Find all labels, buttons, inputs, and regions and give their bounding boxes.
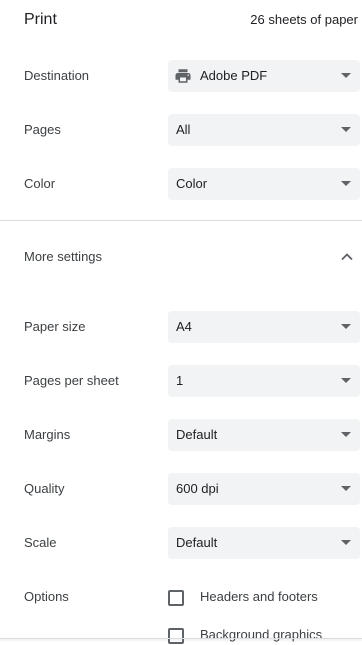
background-graphics-checkbox[interactable]	[168, 628, 184, 644]
quality-label: Quality	[24, 481, 65, 496]
destination-row: Destination Adobe PDF	[0, 60, 362, 92]
quality-row: Quality 600 dpi	[0, 473, 362, 505]
page-title: Print	[24, 11, 57, 28]
pages-value: All	[176, 122, 191, 137]
dropdown-arrow-icon	[341, 486, 351, 491]
pages-label: Pages	[24, 122, 61, 137]
paper-size-value: A4	[176, 319, 192, 334]
paper-size-select[interactable]: A4	[168, 311, 360, 343]
pages-per-sheet-select[interactable]: 1	[168, 365, 360, 397]
options-label: Options	[24, 589, 69, 604]
color-select[interactable]: Color	[168, 168, 360, 200]
pages-select[interactable]: All	[168, 114, 360, 146]
dropdown-arrow-icon	[341, 181, 351, 186]
headers-footers-option[interactable]: Headers and footers	[168, 587, 362, 609]
scale-row: Scale Default	[0, 527, 362, 559]
more-settings-label: More settings	[24, 249, 103, 264]
paper-size-row: Paper size A4	[0, 311, 362, 343]
quality-select[interactable]: 600 dpi	[168, 473, 360, 505]
dropdown-arrow-icon	[341, 540, 351, 545]
scale-label: Scale	[24, 535, 57, 550]
background-graphics-label: Background graphics	[200, 627, 323, 642]
margins-label: Margins	[24, 427, 71, 442]
destination-value: Adobe PDF	[200, 68, 268, 83]
printer-icon	[175, 69, 191, 83]
quality-value: 600 dpi	[176, 481, 219, 496]
more-settings-toggle[interactable]: More settings	[0, 240, 362, 274]
color-label: Color	[24, 176, 56, 191]
destination-select[interactable]: Adobe PDF	[168, 60, 360, 92]
pages-per-sheet-value: 1	[176, 373, 184, 388]
dropdown-arrow-icon	[341, 127, 351, 132]
scale-value: Default	[176, 535, 218, 550]
margins-value: Default	[176, 427, 218, 442]
footer-divider	[0, 638, 362, 639]
print-settings-panel: Print 26 sheets of paper Destination Ado…	[0, 0, 362, 645]
margins-row: Margins Default	[0, 419, 362, 451]
destination-label: Destination	[24, 68, 90, 83]
color-row: Color Color	[0, 168, 362, 200]
background-graphics-option[interactable]: Background graphics	[168, 625, 362, 645]
headers-footers-label: Headers and footers	[200, 589, 318, 604]
dropdown-arrow-icon	[341, 432, 351, 437]
pages-per-sheet-row: Pages per sheet 1	[0, 365, 362, 397]
margins-select[interactable]: Default	[168, 419, 360, 451]
pages-row: Pages All	[0, 114, 362, 146]
scale-select[interactable]: Default	[168, 527, 360, 559]
print-header: Print 26 sheets of paper	[0, 0, 362, 42]
sheet-count-summary: 26 sheets of paper	[250, 12, 358, 27]
dropdown-arrow-icon	[341, 378, 351, 383]
chevron-up-icon	[341, 253, 353, 261]
paper-size-label: Paper size	[24, 319, 86, 334]
dropdown-arrow-icon	[341, 324, 351, 329]
dropdown-arrow-icon	[341, 73, 351, 78]
section-divider	[0, 220, 362, 221]
color-value: Color	[176, 176, 208, 191]
pages-per-sheet-label: Pages per sheet	[24, 373, 119, 388]
headers-footers-checkbox[interactable]	[168, 590, 184, 606]
